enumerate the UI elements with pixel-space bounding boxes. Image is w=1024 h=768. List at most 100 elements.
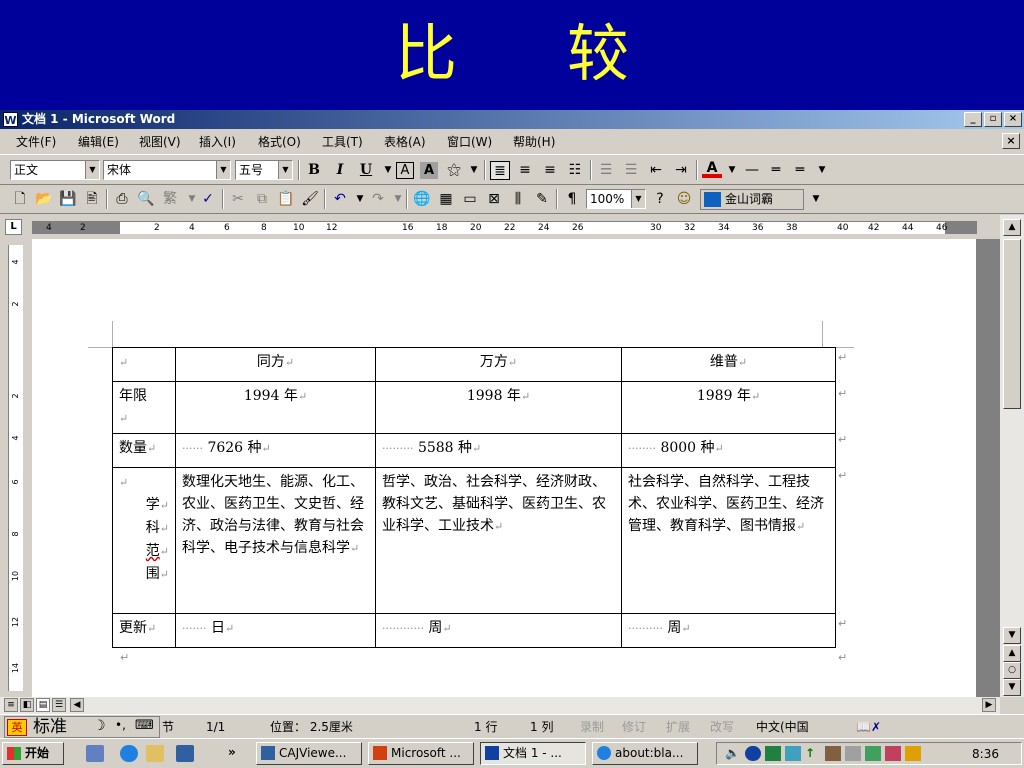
open-folder-icon[interactable]: 📂: [34, 190, 54, 209]
bold-button[interactable]: B: [304, 161, 324, 180]
ruler-strip[interactable]: 4 2 2 4 6 8 10 12 16 18 20 22 24 26 30 3…: [32, 221, 977, 234]
table-cell[interactable]: 1989 年↵: [621, 381, 836, 434]
table-cell[interactable]: 数量↵: [112, 433, 176, 468]
print-layout-icon[interactable]: ▤: [36, 698, 50, 712]
table-cell[interactable]: ············ 周↵: [375, 613, 622, 648]
restore-button[interactable]: ▫: [984, 112, 1002, 127]
table-cell[interactable]: 数理化天地生、能源、化工、农业、医药卫生、文史哲、经济、政治与法律、教育与社会科…: [175, 467, 376, 614]
vertical-scrollbar[interactable]: ▲ ▼ ▲ ○ ▼: [1000, 215, 1024, 697]
table-cell[interactable]: ↵: [112, 347, 176, 382]
print-preview-icon[interactable]: 🔍: [136, 190, 156, 209]
copy-icon[interactable]: ⧉: [252, 190, 272, 209]
insert-excel-icon[interactable]: ⊠: [484, 190, 504, 209]
punctuation-icon[interactable]: •,: [115, 718, 126, 732]
chevron-down-icon[interactable]: ▼: [806, 190, 826, 209]
chevron-down-icon[interactable]: ▼: [388, 190, 408, 209]
more-quicklaunch-icon[interactable]: »: [228, 745, 236, 759]
chevron-down-icon[interactable]: ▼: [722, 161, 742, 180]
show-desktop-icon[interactable]: [86, 745, 104, 762]
format-painter-icon[interactable]: 🖌: [300, 190, 320, 209]
menu-tools[interactable]: 工具(T): [322, 135, 363, 149]
show-hide-icon[interactable]: ¶: [562, 190, 582, 209]
outlook-express-icon[interactable]: [146, 745, 164, 762]
menu-table[interactable]: 表格(A): [384, 135, 426, 149]
spelling-icon[interactable]: ✓: [198, 190, 218, 209]
table-header-cell[interactable]: 万方↵: [375, 347, 622, 382]
font-select[interactable]: 宋体 ▼: [103, 160, 231, 180]
network-icon[interactable]: [745, 746, 761, 761]
window-titlebar[interactable]: W 文档 1 - Microsoft Word _ ▫ ×: [0, 110, 1024, 129]
menu-help[interactable]: 帮助(H): [513, 135, 555, 149]
tab-selector-icon[interactable]: L: [5, 219, 22, 235]
char-shading-icon[interactable]: A: [420, 162, 438, 179]
drawing-icon[interactable]: ✎: [532, 190, 552, 209]
horizontal-ruler[interactable]: L 4 2 2 4 6 8 10 12 16 18 20 22 24 26 30…: [0, 215, 1000, 239]
cajviewer-quick-icon[interactable]: [176, 745, 194, 762]
status-record[interactable]: 录制: [580, 720, 604, 734]
table-header-cell[interactable]: 维普↵: [621, 347, 836, 382]
align-right-icon[interactable]: ≡: [540, 161, 560, 180]
browse-object-icon[interactable]: ○: [1003, 662, 1021, 679]
scroll-up-icon[interactable]: ▲: [1003, 219, 1021, 236]
comparison-table[interactable]: ↵ 同方↵ 万方↵ 维普↵ 年限 ↵ 1994 年↵ 1998 年↵ 1989 年…: [112, 347, 836, 648]
keyboard-icon[interactable]: [845, 746, 861, 761]
jinshan-dictionary-button[interactable]: 金山词霸: [700, 189, 804, 210]
next-page-icon[interactable]: ▼: [1003, 679, 1021, 696]
save-icon[interactable]: 💾: [58, 190, 78, 209]
document-close-button[interactable]: ×: [1002, 133, 1020, 149]
font-color-icon[interactable]: A: [702, 161, 722, 178]
chevron-down-icon[interactable]: ▼: [812, 161, 832, 180]
horizontal-line-icon[interactable]: —: [742, 161, 762, 180]
increase-indent-icon[interactable]: ⇥: [671, 161, 691, 180]
menu-format[interactable]: 格式(O): [258, 135, 301, 149]
monitor-icon[interactable]: [765, 746, 781, 761]
align-center-icon[interactable]: ≡: [515, 161, 535, 180]
display-icon[interactable]: [785, 746, 801, 761]
zoom-select[interactable]: 100% ▼: [586, 189, 646, 209]
menu-file[interactable]: 文件(F): [16, 135, 56, 149]
bullets-icon[interactable]: ☰: [621, 161, 641, 180]
ime-tray-icon[interactable]: [905, 746, 921, 761]
close-button[interactable]: ×: [1004, 112, 1022, 127]
start-button[interactable]: 开始: [2, 742, 64, 765]
font-size-select[interactable]: 五号 ▼: [235, 160, 293, 180]
ime-logo-icon[interactable]: 英: [7, 719, 27, 736]
columns-icon[interactable]: ⫼: [508, 190, 528, 209]
chevron-down-icon[interactable]: ▼: [378, 161, 398, 180]
document-page[interactable]: ↵ 同方↵ 万方↵ 维普↵ 年限 ↵ 1994 年↵ 1998 年↵ 1989 年…: [32, 239, 976, 697]
menu-insert[interactable]: 插入(I): [199, 135, 236, 149]
task-browser[interactable]: about:bla...: [592, 742, 698, 765]
italic-button[interactable]: I: [330, 161, 350, 180]
smiley-icon[interactable]: ☺: [674, 190, 694, 209]
task-word-document[interactable]: 文档 1 - ...: [480, 742, 586, 765]
underline-button[interactable]: U: [356, 161, 376, 180]
pen-icon[interactable]: [885, 746, 901, 761]
spelling-status-icon[interactable]: 📖✗: [856, 720, 881, 734]
table-cell[interactable]: ↵ 学↵ 科↵ 范↵ 围↵: [112, 467, 176, 614]
task-powerpoint[interactable]: Microsoft ...: [368, 742, 474, 765]
internet-explorer-icon[interactable]: [120, 745, 138, 762]
table-cell[interactable]: ········· 5588 种↵: [375, 433, 622, 468]
normal-view-icon[interactable]: ≡: [4, 698, 18, 712]
soft-keyboard-icon[interactable]: ⌨: [135, 718, 154, 733]
status-overtype[interactable]: 改写: [710, 720, 734, 734]
web-view-icon[interactable]: ◧: [20, 698, 34, 712]
antivirus-icon[interactable]: [865, 746, 881, 761]
paste-icon[interactable]: 📋: [276, 190, 296, 209]
scroll-right-icon[interactable]: ▶: [982, 698, 996, 712]
status-track[interactable]: 修订: [622, 720, 646, 734]
task-cajviewer[interactable]: CAJViewe...: [256, 742, 362, 765]
table-cell[interactable]: ······ 7626 种↵: [175, 433, 376, 468]
char-border-icon[interactable]: A: [396, 162, 414, 179]
word-app-icon[interactable]: W: [3, 112, 18, 127]
menu-view[interactable]: 视图(V): [139, 135, 181, 149]
table-cell[interactable]: 1994 年↵: [175, 381, 376, 434]
style-select[interactable]: 正文 ▼: [10, 160, 100, 180]
help-icon[interactable]: ?: [650, 190, 670, 209]
scroll-down-icon[interactable]: ▼: [1003, 627, 1021, 644]
tables-borders-icon[interactable]: ▦: [436, 190, 456, 209]
chevron-down-icon[interactable]: ▼: [350, 190, 370, 209]
distribute-icon[interactable]: ☷: [565, 161, 585, 180]
status-extend[interactable]: 扩展: [666, 720, 690, 734]
table-cell[interactable]: ·········· 周↵: [621, 613, 836, 648]
